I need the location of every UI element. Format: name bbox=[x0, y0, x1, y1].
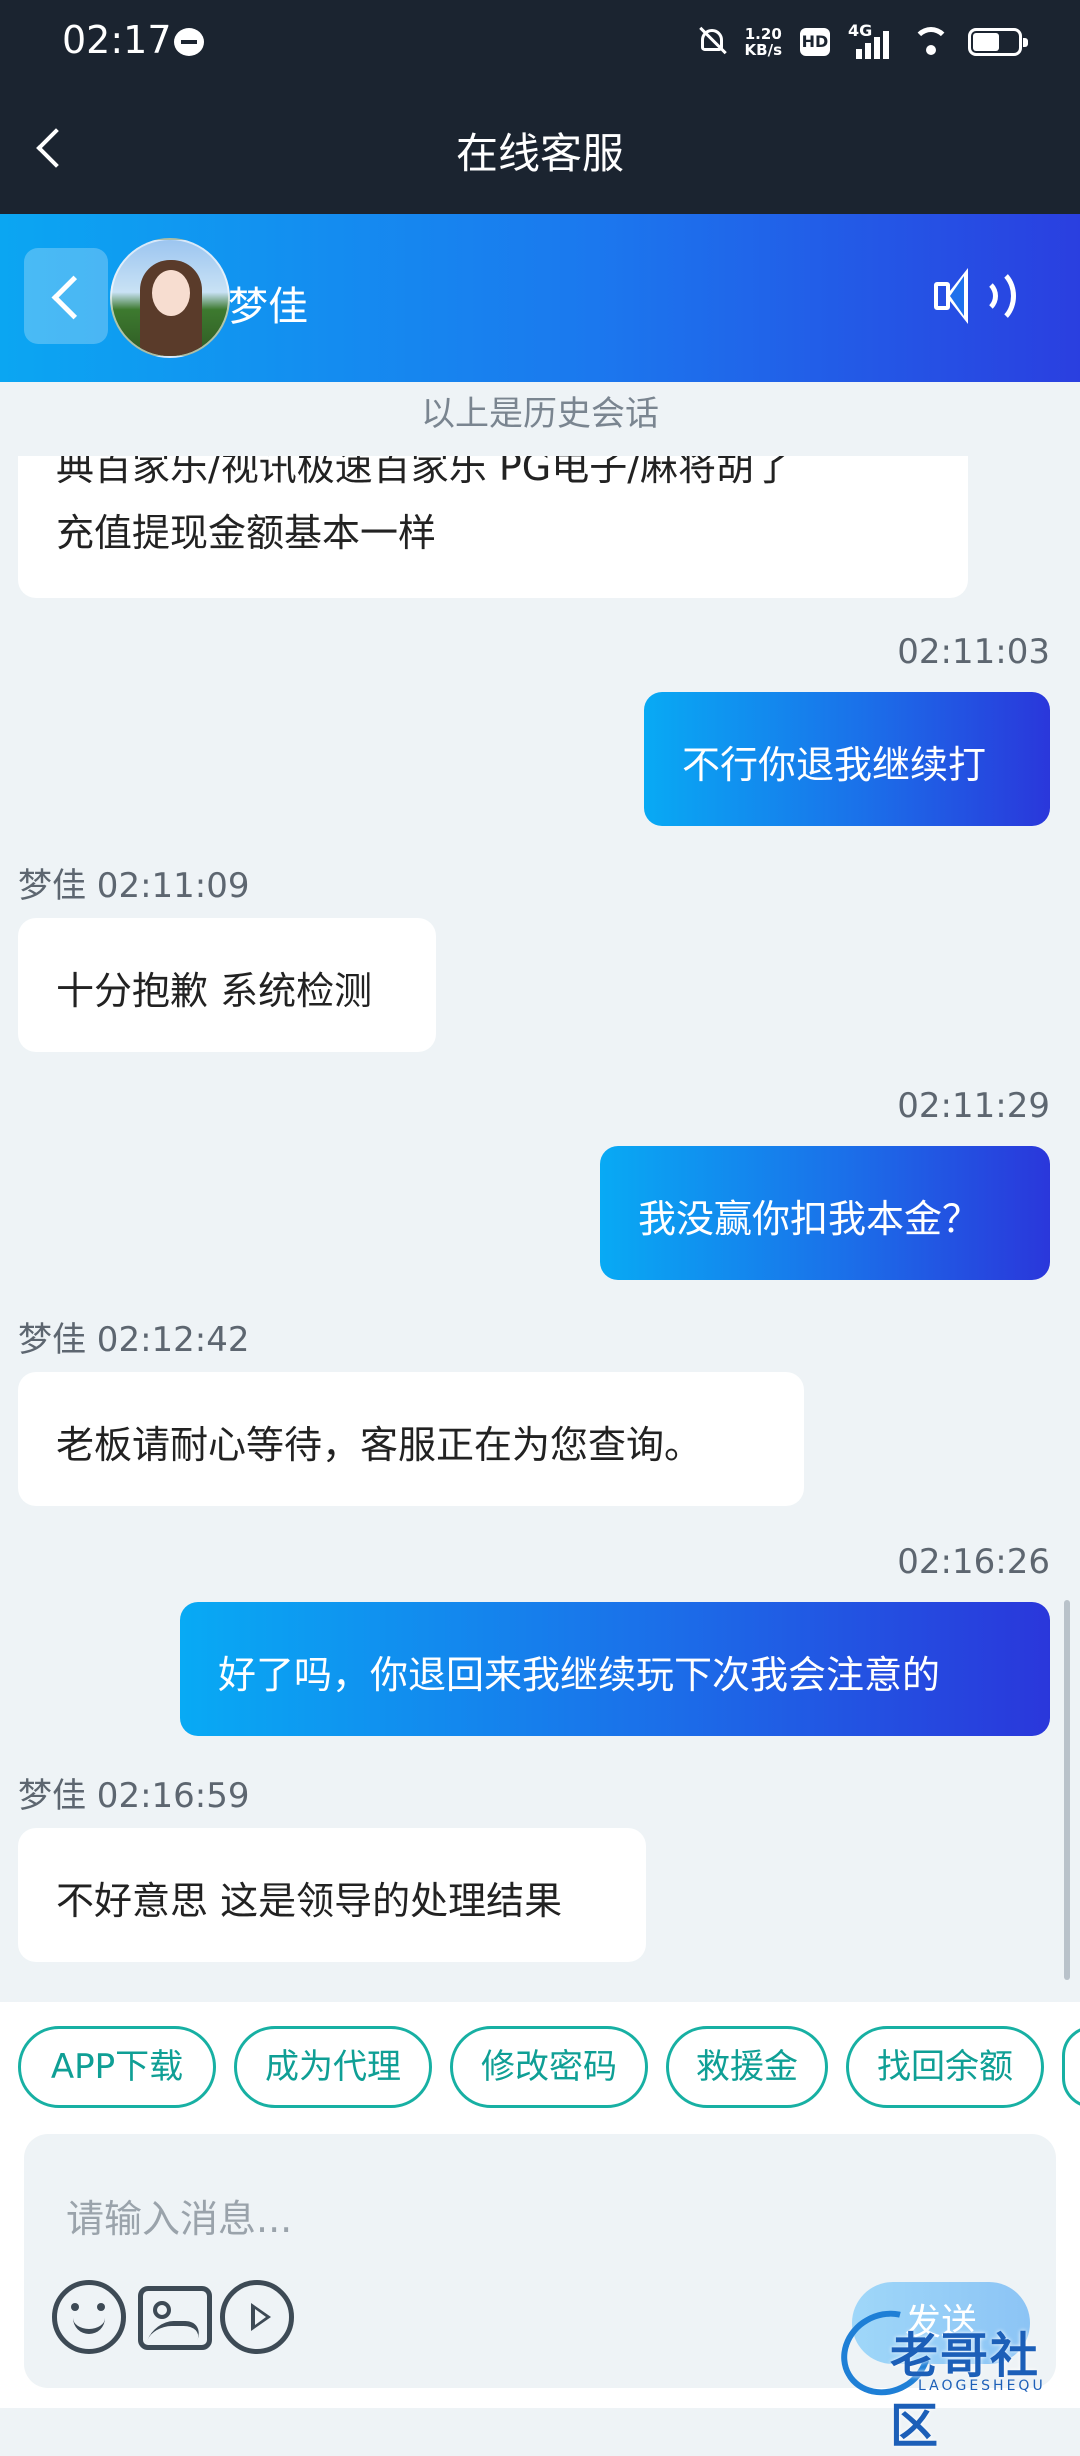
emoji-icon[interactable] bbox=[52, 2280, 126, 2354]
message-input-placeholder: 请输入消息... bbox=[66, 2197, 293, 2241]
hd-badge: HD bbox=[800, 28, 830, 56]
chip-rescue-fund[interactable]: 救援金 bbox=[666, 2026, 828, 2108]
message-bubble-user: 我没赢你扣我本金？ bbox=[600, 1146, 1050, 1280]
chip-recover-balance[interactable]: 找回余额 bbox=[846, 2026, 1044, 2108]
video-icon[interactable] bbox=[220, 2280, 294, 2354]
message-text: 十分抱歉 系统检测 bbox=[56, 969, 373, 1013]
message-bubble-agent: 老板请耐心等待，客服正在为您查询。 bbox=[18, 1372, 804, 1506]
watermark-subtext: LAOGESHEQU bbox=[918, 2378, 1046, 2394]
quick-reply-bar: APP下载 成为代理 修改密码 救援金 找回余额 bbox=[0, 2002, 1080, 2132]
message-text: 我没赢你扣我本金？ bbox=[638, 1197, 981, 1241]
page-title: 在线客服 bbox=[455, 129, 624, 178]
status-icons: 1.20 KB/s HD 4G bbox=[697, 21, 1028, 62]
message-text: 典百家乐/视讯极速百家乐 PG电子/麻将胡了 bbox=[56, 456, 793, 489]
nav-bar: 在线客服 bbox=[0, 84, 1080, 214]
history-note: 以上是历史会话 bbox=[421, 394, 659, 434]
chip-app-download[interactable]: APP下载 bbox=[18, 2026, 216, 2108]
watermark-logo: 老哥社区 LAOGESHEQU bbox=[825, 2294, 1070, 2454]
network-speed: 1.20 KB/s bbox=[745, 26, 782, 58]
agent-name: 梦佳 bbox=[228, 284, 308, 330]
message-meta: 梦佳 02:11:09 bbox=[18, 866, 250, 906]
message-text: 充值提现金额基本一样 bbox=[56, 511, 437, 555]
message-text: 好了吗，你退回来我继续玩下次我会注意的 bbox=[218, 1653, 941, 1697]
message-time: 02:11:29 bbox=[897, 1086, 1050, 1126]
cellular-signal-icon: 4G bbox=[848, 21, 894, 59]
top-bar: 02:17 1.20 KB/s HD 4G 在线客服 bbox=[0, 0, 1080, 214]
message-text: 不好意思 这是领导的处理结果 bbox=[56, 1879, 563, 1923]
message-bubble-user: 不行你退我继续打 bbox=[644, 692, 1050, 826]
message-text: 不行你退我继续打 bbox=[682, 743, 987, 787]
message-meta: 梦佳 02:12:42 bbox=[18, 1320, 250, 1360]
chip-more[interactable] bbox=[1062, 2026, 1080, 2108]
chat-messages[interactable]: 典百家乐/视讯极速百家乐 PG电子/麻将胡了 充值提现金额基本一样 02:11:… bbox=[0, 456, 1080, 2002]
agent-avatar bbox=[110, 238, 230, 358]
chip-become-agent[interactable]: 成为代理 bbox=[234, 2026, 432, 2108]
message-bubble-agent: 典百家乐/视讯极速百家乐 PG电子/麻将胡了 充值提现金额基本一样 bbox=[18, 456, 968, 598]
image-icon[interactable] bbox=[138, 2286, 212, 2350]
mute-bell-icon bbox=[697, 25, 727, 59]
chat-back-button[interactable] bbox=[24, 248, 108, 344]
message-time: 02:11:03 bbox=[897, 632, 1050, 672]
chat-header: 梦佳 bbox=[0, 214, 1080, 382]
speaker-icon[interactable] bbox=[934, 264, 1016, 330]
message-meta: 梦佳 02:16:59 bbox=[18, 1776, 250, 1816]
chat-notification-icon bbox=[174, 28, 204, 56]
message-time: 02:16:26 bbox=[897, 1542, 1050, 1582]
network-type: 4G bbox=[848, 21, 873, 40]
chat-scrollbar[interactable] bbox=[1064, 1600, 1070, 1980]
message-bubble-agent: 十分抱歉 系统检测 bbox=[18, 918, 436, 1052]
battery-icon bbox=[968, 28, 1028, 56]
message-text: 老板请耐心等待，客服正在为您查询。 bbox=[56, 1423, 703, 1467]
net-speed-unit: KB/s bbox=[744, 41, 782, 59]
message-bubble-agent: 不好意思 这是领导的处理结果 bbox=[18, 1828, 646, 1962]
net-speed-value: 1.20 bbox=[744, 25, 782, 43]
message-bubble-user: 好了吗，你退回来我继续玩下次我会注意的 bbox=[180, 1602, 1050, 1736]
status-time: 02:17 bbox=[62, 18, 172, 62]
status-bar: 02:17 1.20 KB/s HD 4G bbox=[0, 0, 1080, 84]
wifi-icon bbox=[912, 27, 950, 57]
chip-change-password[interactable]: 修改密码 bbox=[450, 2026, 648, 2108]
